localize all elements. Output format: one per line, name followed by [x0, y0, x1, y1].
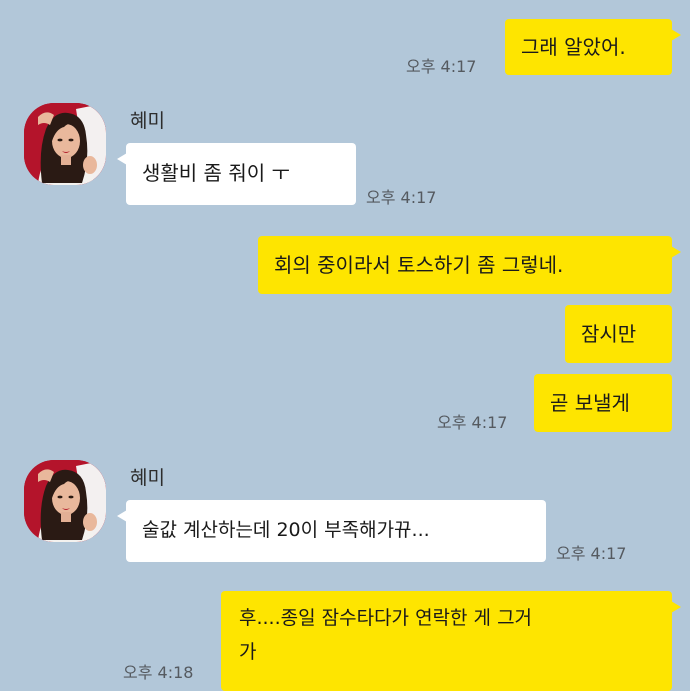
- message-timestamp: 오후 4:17: [406, 57, 477, 76]
- message-timestamp: 오후 4:17: [556, 544, 627, 563]
- message-text: 곧 보낼게: [550, 391, 630, 415]
- avatar[interactable]: [24, 103, 106, 185]
- sender-name: 혜미: [130, 110, 165, 132]
- message-timestamp: 오후 4:17: [366, 188, 437, 207]
- message-text: 잠시만: [581, 322, 637, 346]
- profile-photo-icon: [24, 103, 106, 185]
- message-timestamp: 오후 4:17: [437, 413, 508, 432]
- my-message-bubble[interactable]: 곧 보낼게: [534, 374, 672, 432]
- message-timestamp: 오후 4:18: [123, 663, 194, 682]
- profile-photo-icon: [24, 460, 106, 542]
- other-message-bubble[interactable]: 술값 계산하는데 20이 부족해가뀨...: [117, 500, 546, 562]
- my-message-bubble[interactable]: 잠시만: [565, 305, 672, 363]
- chat-room: 그래 알았어. 오후 4:17 혜미 생활비 좀 줘이 ㅜ 오후 4:17 회의…: [0, 0, 690, 691]
- avatar[interactable]: [24, 460, 106, 542]
- my-message-bubble[interactable]: 회의 중이라서 토스하기 좀 그렇네.: [258, 236, 681, 294]
- message-text: 회의 중이라서 토스하기 좀 그렇네.: [274, 253, 564, 277]
- my-message-bubble[interactable]: 후....종일 잠수타다가 연락한 게 그거 가: [221, 591, 681, 691]
- other-message-bubble[interactable]: 생활비 좀 줘이 ㅜ: [117, 143, 356, 205]
- message-text-line: 가: [239, 641, 257, 663]
- message-text: 생활비 좀 줘이 ㅜ: [142, 161, 290, 185]
- message-text: 그래 알았어.: [521, 35, 626, 59]
- message-text: 술값 계산하는데 20이 부족해가뀨...: [142, 519, 430, 541]
- sender-name: 혜미: [130, 467, 165, 489]
- my-message-bubble[interactable]: 그래 알았어.: [505, 19, 681, 75]
- message-text-line: 후....종일 잠수타다가 연락한 게 그거: [239, 607, 533, 629]
